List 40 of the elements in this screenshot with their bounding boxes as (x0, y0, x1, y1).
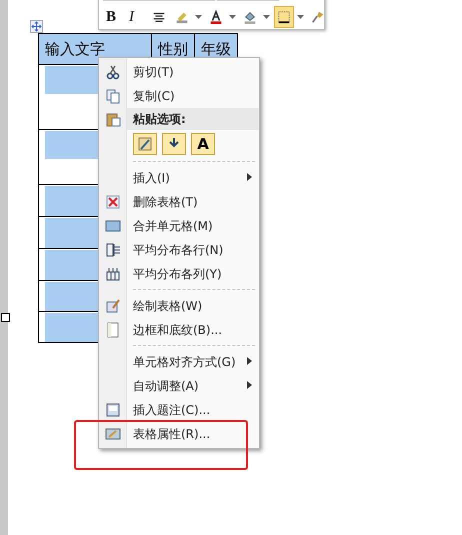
menu-item[interactable]: 平均分布各列(Y) (99, 262, 259, 286)
bold-button[interactable]: B (103, 6, 123, 28)
menu-item[interactable]: 单元格对齐方式(G) (99, 350, 259, 374)
border-grid-icon (277, 9, 291, 25)
menu-section-header: 粘贴选项: (127, 108, 259, 130)
dropdown-arrow-icon[interactable] (263, 13, 271, 21)
distribute-rows-icon (105, 242, 121, 258)
menu-item[interactable]: 平均分布各行(N) (99, 238, 259, 262)
paste-option-button[interactable] (133, 133, 157, 155)
paste-option-button[interactable] (162, 133, 186, 155)
clipboard-icon (105, 111, 121, 127)
page-icon (105, 322, 121, 338)
menu-item[interactable]: 插入题注(C)... (99, 398, 259, 422)
keep-text-only-button[interactable]: A (191, 133, 215, 155)
dropdown-arrow-icon[interactable] (195, 13, 203, 21)
resize-handle[interactable] (1, 313, 10, 322)
dropdown-arrow-icon[interactable] (229, 13, 237, 21)
copy-icon (105, 88, 121, 104)
menu-item[interactable]: 表格属性(R)... (99, 422, 259, 446)
pencil-table-icon (105, 298, 121, 314)
menu-item[interactable]: 合并单元格(M) (99, 214, 259, 238)
merge-cells-icon (105, 218, 121, 234)
menu-item[interactable]: 自动调整(A) (99, 374, 259, 398)
menu-item[interactable]: 插入(I) (99, 166, 259, 190)
menu-item[interactable]: 绘制表格(W) (99, 294, 259, 318)
scissors-icon (105, 64, 121, 80)
distribute-columns-icon (105, 266, 121, 282)
caption-icon (105, 402, 121, 418)
table-properties-icon (105, 426, 121, 442)
table-move-icon[interactable] (30, 20, 43, 33)
dropdown-arrow-icon[interactable] (297, 13, 305, 21)
border-grid-button[interactable] (274, 6, 294, 28)
brush-icon (311, 9, 325, 25)
paste-format-icon (137, 136, 153, 152)
italic-button[interactable]: I (126, 6, 146, 28)
menu-item[interactable]: 边框和底纹(B)... (99, 318, 259, 342)
menu-item[interactable]: 删除表格(T) (99, 190, 259, 214)
delete-table-icon (105, 194, 121, 210)
menu-item[interactable]: 复制(C) (99, 84, 259, 108)
letter-color-icon (209, 9, 223, 25)
